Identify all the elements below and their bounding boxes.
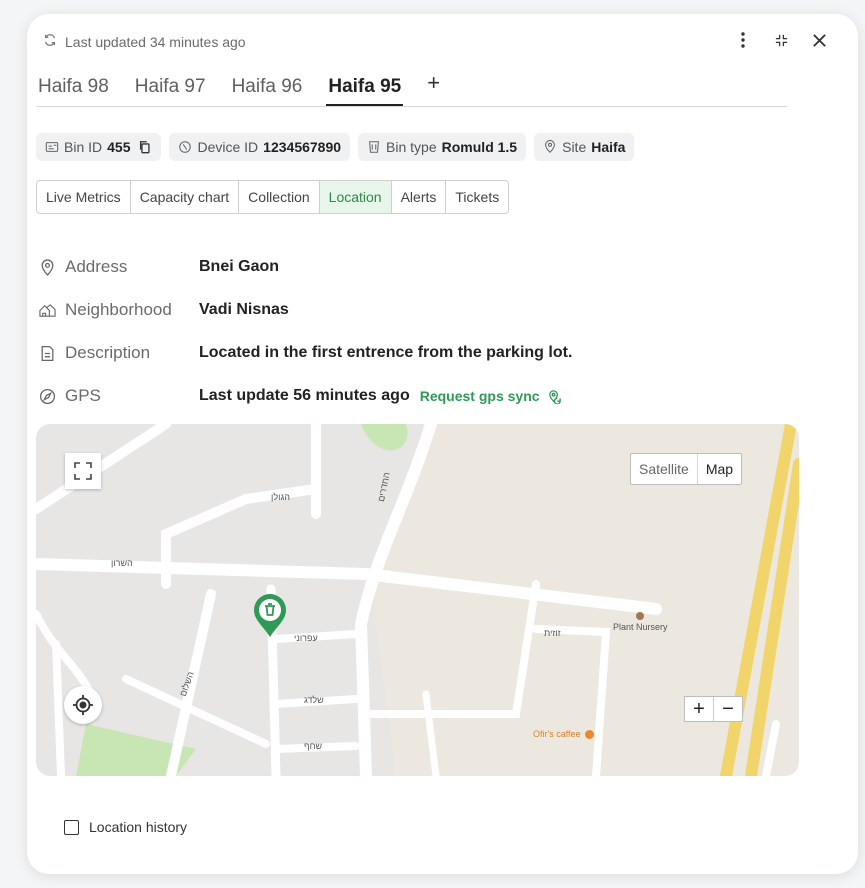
tab-collection[interactable]: Collection	[239, 181, 320, 213]
map-poi-ofirs-caffee: Ofir's caffee	[533, 729, 595, 740]
bin-id-value: 455	[107, 139, 131, 155]
description-label-group: Description	[39, 343, 199, 363]
tab-capacity-chart[interactable]: Capacity chart	[131, 181, 240, 213]
gps-row: GPS Last update 56 minutes ago Request g…	[39, 386, 562, 406]
fullscreen-icon	[74, 462, 92, 480]
location-history-label: Location history	[89, 819, 188, 835]
location-pin-icon	[41, 259, 54, 276]
address-label-group: Address	[39, 257, 199, 277]
plant-nursery-label: Plant Nursery	[613, 622, 668, 632]
document-icon	[41, 345, 54, 361]
refresh-icon[interactable]	[43, 33, 57, 50]
bin-type-chip: Bin type Romuld 1.5	[358, 133, 527, 161]
section-tabs: Live Metrics Capacity chart Collection L…	[36, 180, 510, 214]
map-type-toggle: Satellite Map	[630, 453, 743, 485]
bin-type-value: Romuld 1.5	[441, 139, 518, 155]
street-hagolan-label: הגולן	[271, 492, 290, 502]
tab-haifa-98[interactable]: Haifa 98	[36, 76, 111, 106]
tab-haifa-95[interactable]: Haifa 95	[326, 76, 404, 106]
description-row: Description Located in the first entrenc…	[39, 343, 572, 363]
site-label: Site	[562, 139, 587, 155]
my-location-button[interactable]	[64, 686, 102, 724]
address-row: Address Bnei Gaon	[39, 257, 279, 277]
neighborhood-value: Vadi Nisnas	[199, 301, 289, 318]
device-icon	[179, 141, 192, 153]
request-gps-sync-label: Request gps sync	[419, 388, 540, 404]
map-street-shachaf: שחף	[304, 741, 322, 751]
location-map[interactable]: Satellite Map + − Plant Nursery Ofir's c…	[36, 424, 799, 776]
device-id-chip: Device ID 1234567890	[169, 133, 351, 161]
map-street-shaldag: שלדג	[304, 695, 324, 705]
neighborhood-label-group: Neighborhood	[39, 300, 199, 320]
zoom-out-button[interactable]: −	[714, 697, 742, 721]
neighborhood-row: Neighborhood Vadi Nisnas	[39, 300, 289, 320]
map-button[interactable]: Map	[696, 454, 741, 484]
location-history-checkbox[interactable]	[64, 819, 79, 835]
site-chip: Site Haifa	[534, 133, 635, 161]
bin-tabs: Haifa 98 Haifa 97 Haifa 96 Haifa 95 +	[36, 70, 787, 107]
gps-label-group: GPS	[39, 386, 199, 406]
bin-type-label: Bin type	[386, 139, 437, 155]
tab-haifa-96[interactable]: Haifa 96	[230, 76, 305, 106]
map-street-efroni: עפרוני	[294, 633, 318, 643]
bin-info-chips: Bin ID 455 Device ID 1234567890 Bin type…	[36, 133, 635, 161]
navigation-icon	[39, 388, 56, 404]
tab-tickets[interactable]: Tickets	[446, 181, 508, 213]
houses-icon	[39, 303, 56, 317]
bin-id-label: Bin ID	[64, 139, 103, 155]
tab-haifa-97[interactable]: Haifa 97	[133, 76, 208, 106]
zoom-controls: + −	[684, 696, 743, 722]
street-ezovit-label: זוזית	[544, 628, 561, 638]
window-actions	[733, 30, 829, 50]
site-pin-icon	[545, 140, 556, 153]
zoom-in-button[interactable]: +	[685, 697, 714, 721]
address-label: Address	[65, 257, 128, 276]
description-label: Description	[65, 343, 151, 362]
map-poi-plant-nursery: Plant Nursery	[613, 612, 668, 632]
location-history-toggle: Location history	[64, 819, 187, 835]
request-gps-sync-link[interactable]: Request gps sync	[420, 388, 562, 404]
copy-icon[interactable]	[138, 140, 152, 154]
last-updated-text: Last updated 34 minutes ago	[65, 33, 246, 50]
add-tab-button[interactable]: +	[425, 70, 442, 106]
cafe-icon	[585, 730, 595, 740]
gps-value: Last update 56 minutes ago	[199, 387, 410, 404]
id-card-icon	[45, 142, 59, 152]
map-street-hagolan: הגולן	[271, 492, 290, 502]
satellite-button[interactable]: Satellite	[631, 454, 697, 484]
tab-alerts[interactable]: Alerts	[392, 181, 447, 213]
poi-marker-icon	[636, 612, 645, 620]
close-icon[interactable]	[809, 30, 829, 50]
gps-label: GPS	[65, 386, 101, 405]
bin-id-chip: Bin ID 455	[36, 133, 162, 161]
map-street-ezovit: זוזית	[544, 628, 561, 638]
crosshair-icon	[73, 695, 93, 715]
neighborhood-label: Neighborhood	[65, 300, 172, 319]
street-hasharon-label: השרון	[111, 558, 133, 568]
street-efroni-label: עפרוני	[294, 633, 318, 643]
device-id-value: 1234567890	[263, 139, 342, 155]
ofirs-caffee-label: Ofir's caffee	[533, 729, 581, 739]
map-street-hasharon: השרון	[111, 558, 133, 568]
street-shaldag-label: שלדג	[304, 695, 324, 705]
gps-sync-icon	[548, 389, 561, 404]
tab-live-metrics[interactable]: Live Metrics	[37, 181, 131, 213]
device-id-label: Device ID	[197, 139, 259, 155]
street-shachaf-label: שחף	[304, 741, 323, 751]
address-value: Bnei Gaon	[199, 258, 280, 275]
more-options-icon[interactable]	[733, 30, 753, 50]
trash-pin-icon	[254, 594, 286, 637]
last-updated: Last updated 34 minutes ago	[43, 33, 246, 50]
fullscreen-button[interactable]	[65, 453, 101, 489]
tab-location[interactable]: Location	[319, 181, 392, 213]
description-value: Located in the first entrence from the p…	[199, 344, 573, 361]
site-value: Haifa	[591, 139, 626, 155]
collapse-icon[interactable]	[771, 30, 791, 50]
bin-icon	[369, 141, 379, 153]
bin-map-pin[interactable]	[253, 594, 287, 638]
